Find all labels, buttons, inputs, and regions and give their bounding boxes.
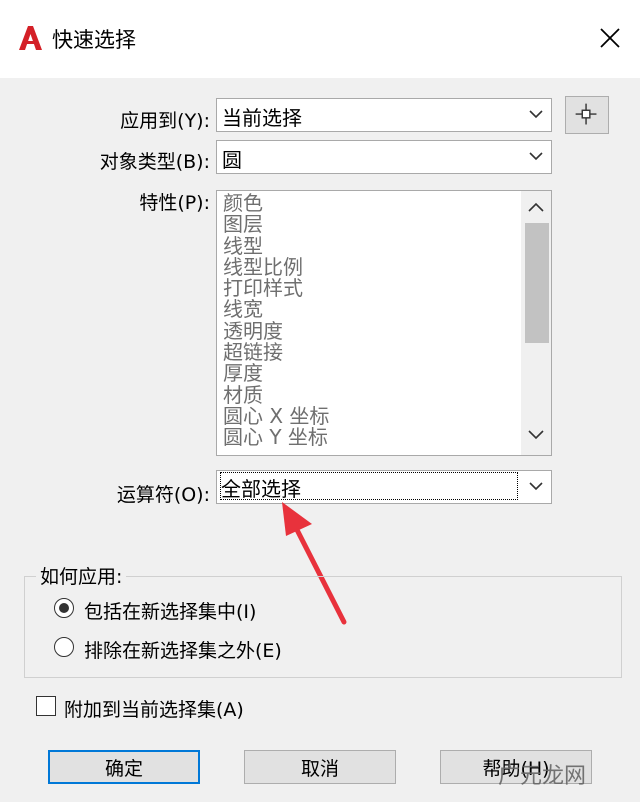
property-item[interactable]: 圆心 Y 坐标	[223, 426, 329, 448]
property-item[interactable]: 透明度	[223, 320, 329, 342]
operator-label: 运算符(O):	[116, 484, 210, 506]
properties-scrollbar[interactable]	[521, 191, 551, 455]
exclude-radio[interactable]	[54, 637, 74, 657]
exclude-radio-label[interactable]: 排除在新选择集之外(E)	[84, 636, 282, 663]
chevron-up-icon[interactable]	[527, 201, 545, 213]
watermark: 广元龙网	[498, 764, 587, 789]
properties-list: 颜色 图层 线型 线型比例 打印样式 线宽 透明度 超链接 厚度 材质 圆心 X 坐标 圆心 Y 坐标	[223, 192, 329, 449]
chevron-down-icon	[529, 482, 543, 491]
property-item[interactable]: 超链接	[223, 341, 329, 363]
properties-label: 特性(P):	[139, 192, 210, 214]
property-item[interactable]: 圆心 X 坐标	[223, 405, 329, 427]
cancel-button[interactable]: 取消	[244, 750, 396, 784]
window-title: 快速选择	[52, 28, 136, 52]
property-item[interactable]: 图层	[223, 213, 329, 235]
object-type-dropdown[interactable]: 圆	[216, 140, 552, 174]
property-item[interactable]: 打印样式	[223, 277, 329, 299]
object-type-label: 对象类型(B):	[99, 151, 210, 173]
operator-dropdown[interactable]: 全部选择	[216, 470, 552, 504]
append-checkbox[interactable]	[36, 696, 56, 716]
apply-to-value: 当前选择	[222, 106, 302, 130]
object-type-value: 圆	[222, 148, 242, 172]
apply-to-label: 应用到(Y):	[120, 110, 210, 132]
property-item[interactable]: 线宽	[223, 299, 329, 321]
property-item[interactable]: 颜色	[223, 192, 329, 214]
scrollbar-thumb[interactable]	[525, 223, 549, 343]
include-radio-label[interactable]: 包括在新选择集中(I)	[84, 597, 256, 624]
property-item[interactable]: 线型	[223, 235, 329, 257]
property-item[interactable]: 厚度	[223, 363, 329, 385]
property-item[interactable]: 材质	[223, 384, 329, 406]
properties-listbox[interactable]: 颜色 图层 线型 线型比例 打印样式 线宽 透明度 超链接 厚度 材质 圆心 X 坐标 圆心 Y 坐标	[216, 190, 552, 456]
select-objects-button[interactable]	[565, 96, 609, 134]
chevron-down-icon	[529, 152, 543, 161]
autocad-logo-icon	[19, 26, 42, 50]
chevron-down-icon[interactable]	[527, 429, 545, 441]
title-bar: 快速选择	[0, 0, 640, 78]
append-checkbox-label[interactable]: 附加到当前选择集(A)	[64, 695, 244, 722]
property-item[interactable]: 线型比例	[223, 256, 329, 278]
crosshair-icon	[575, 103, 597, 125]
how-to-apply-title: 如何应用:	[36, 562, 127, 589]
operator-value: 全部选择	[220, 472, 518, 501]
close-icon[interactable]	[598, 26, 622, 50]
apply-to-dropdown[interactable]: 当前选择	[216, 98, 552, 132]
include-radio[interactable]	[54, 598, 74, 618]
chevron-down-icon	[529, 110, 543, 119]
ok-button[interactable]: 确定	[48, 750, 200, 784]
